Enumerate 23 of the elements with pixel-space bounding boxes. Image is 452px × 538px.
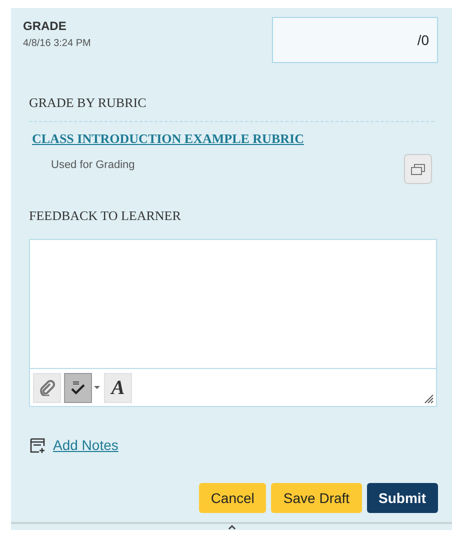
section-heading: GRADE BY RUBRIC xyxy=(29,95,146,110)
collapse-icon[interactable] xyxy=(226,524,236,530)
action-button[interactable]: Cancel xyxy=(198,483,266,513)
popup-button[interactable] xyxy=(404,154,432,184)
caret-icon[interactable] xyxy=(94,386,100,390)
rubric-usage: Used for Grading xyxy=(51,158,136,172)
grade-label: GRADE xyxy=(23,18,68,35)
paperclip-icon xyxy=(39,380,55,396)
section-heading: FEEDBACK TO LEARNER xyxy=(29,208,181,223)
spellcheck-button[interactable] xyxy=(64,372,92,402)
submit-button[interactable]: Submit xyxy=(366,483,438,513)
spellcheck-icon xyxy=(70,380,86,394)
rubric-link[interactable]: CLASS INTRODUCTION EXAMPLE RUBRIC xyxy=(32,129,304,148)
action-button[interactable]: Save Draft xyxy=(271,483,362,513)
attach-button[interactable] xyxy=(33,372,61,402)
feedback-editor[interactable]: A xyxy=(29,239,437,407)
windows-icon xyxy=(411,164,425,174)
add-notes-link[interactable]: Add Notes xyxy=(53,435,118,456)
grade-input[interactable]: /0 xyxy=(272,17,438,63)
font-button[interactable]: A xyxy=(104,372,132,402)
grade-date: 4/8/16 3:24 PM xyxy=(23,37,91,51)
note-add-icon xyxy=(30,438,45,453)
resize-handle-icon[interactable] xyxy=(424,394,434,404)
